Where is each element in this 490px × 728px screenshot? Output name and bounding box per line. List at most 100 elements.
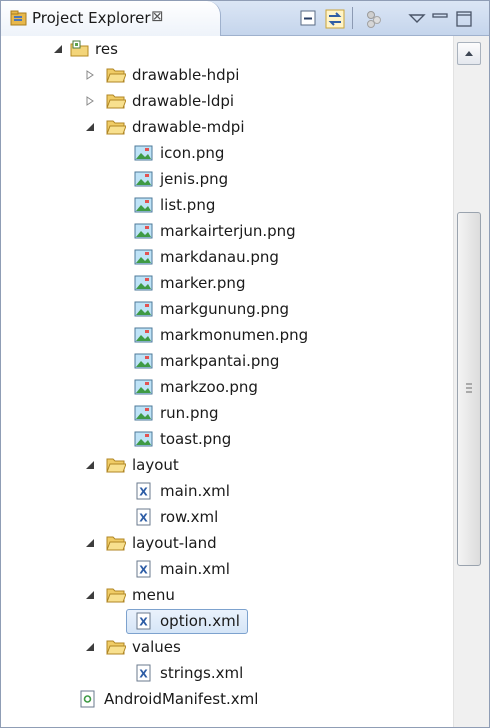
xml-file-icon: X — [136, 560, 151, 578]
tree-label: drawable-mdpi — [132, 118, 245, 136]
image-file-icon — [134, 327, 153, 343]
tree-label: drawable-hdpi — [132, 66, 240, 84]
project-tree: res drawable-hdpi drawable-ldpi drawable… — [1, 36, 451, 727]
folder-icon — [106, 94, 126, 109]
xml-file-icon: X — [136, 664, 151, 682]
expanded-arrow-icon[interactable] — [85, 538, 95, 548]
tree-node-file[interactable]: markpantai.png — [1, 348, 451, 374]
image-file-icon — [134, 379, 153, 395]
folder-open-icon — [106, 536, 126, 551]
tree-node-file[interactable]: X main.xml — [1, 556, 451, 582]
tree-node-values[interactable]: values — [1, 634, 451, 660]
tree-label: marker.png — [160, 274, 246, 292]
tab-project-explorer[interactable]: Project Explorer ⊠ — [1, 1, 221, 36]
image-file-icon — [134, 275, 153, 291]
tree-node-file[interactable]: run.png — [1, 400, 451, 426]
minimize-icon[interactable] — [429, 8, 451, 30]
tree-node-layout-land[interactable]: layout-land — [1, 530, 451, 556]
folder-open-icon — [106, 640, 126, 655]
grip-icon — [466, 383, 472, 393]
focus-task-icon[interactable] — [363, 8, 385, 30]
view-header: Project Explorer ⊠ — [1, 1, 489, 36]
image-file-icon — [134, 249, 153, 265]
tree-label: markairterjun.png — [160, 222, 296, 240]
arrow-up-icon — [465, 51, 473, 56]
collapse-all-icon[interactable] — [298, 8, 320, 30]
expanded-arrow-icon[interactable] — [85, 590, 95, 600]
tree-label: layout-land — [132, 534, 217, 552]
folder-open-icon — [106, 120, 126, 135]
expanded-arrow-icon[interactable] — [85, 460, 95, 470]
tree-node-res[interactable]: res — [1, 36, 451, 62]
tree-label: jenis.png — [160, 170, 229, 188]
tree-node-drawable-ldpi[interactable]: drawable-ldpi — [1, 88, 451, 114]
manifest-file-icon — [80, 690, 95, 708]
folder-icon — [106, 68, 126, 83]
tree-label: drawable-ldpi — [132, 92, 235, 110]
tree-label: markpantai.png — [160, 352, 280, 370]
scroll-thumb[interactable] — [457, 212, 481, 566]
svg-text:X: X — [139, 668, 148, 681]
image-file-icon — [134, 171, 153, 187]
project-explorer-view: Project Explorer ⊠ res drawable-hdpi dra… — [0, 0, 490, 728]
view-menu-icon[interactable] — [406, 8, 428, 30]
project-explorer-icon — [10, 10, 27, 26]
tree-label: strings.xml — [160, 664, 244, 682]
tree-label: markmonumen.png — [160, 326, 309, 344]
tree-node-file[interactable]: X strings.xml — [1, 660, 451, 686]
view-title: Project Explorer — [32, 9, 151, 27]
tree-node-file[interactable]: icon.png — [1, 140, 451, 166]
tree-node-file[interactable]: X row.xml — [1, 504, 451, 530]
tree-node-manifest[interactable]: AndroidManifest.xml — [1, 686, 451, 712]
tree-node-menu[interactable]: menu — [1, 582, 451, 608]
tree-node-layout[interactable]: layout — [1, 452, 451, 478]
tree-node-file[interactable]: markmonumen.png — [1, 322, 451, 348]
link-with-editor-icon[interactable] — [324, 8, 346, 30]
xml-file-icon: X — [136, 612, 151, 630]
image-file-icon — [134, 431, 153, 447]
tree-node-file[interactable]: markgunung.png — [1, 296, 451, 322]
tree-label: res — [95, 40, 118, 58]
tree-label: run.png — [160, 404, 219, 422]
tree-node-file[interactable]: list.png — [1, 192, 451, 218]
toolbar-separator — [352, 7, 353, 29]
tree-node-file[interactable]: markdanau.png — [1, 244, 451, 270]
tree-label: layout — [132, 456, 179, 474]
tree-node-drawable-hdpi[interactable]: drawable-hdpi — [1, 62, 451, 88]
tree-label: markdanau.png — [160, 248, 279, 266]
tree-label: main.xml — [160, 560, 230, 578]
source-folder-icon — [70, 40, 89, 57]
tree-label: list.png — [160, 196, 216, 214]
tree-node-file[interactable]: marker.png — [1, 270, 451, 296]
tree-node-file[interactable]: X main.xml — [1, 478, 451, 504]
collapsed-arrow-icon[interactable] — [85, 96, 95, 106]
tree-label: markgunung.png — [160, 300, 290, 318]
xml-file-icon: X — [136, 508, 151, 526]
tree-node-file[interactable]: jenis.png — [1, 166, 451, 192]
tree-label: toast.png — [160, 430, 232, 448]
svg-text:X: X — [139, 616, 148, 629]
maximize-icon[interactable] — [453, 8, 475, 30]
tree-node-file[interactable]: markzoo.png — [1, 374, 451, 400]
tree-node-file[interactable]: markairterjun.png — [1, 218, 451, 244]
svg-text:X: X — [139, 512, 148, 525]
expanded-arrow-icon[interactable] — [53, 44, 63, 54]
expanded-arrow-icon[interactable] — [85, 122, 95, 132]
svg-text:X: X — [139, 564, 148, 577]
image-file-icon — [134, 197, 153, 213]
scroll-up-button[interactable] — [457, 42, 481, 65]
tree-label: values — [132, 638, 181, 656]
tree-node-file-selected[interactable]: X option.xml — [1, 608, 451, 634]
tree-label: row.xml — [160, 508, 219, 526]
tree-node-drawable-mdpi[interactable]: drawable-mdpi — [1, 114, 451, 140]
tree-label: icon.png — [160, 144, 225, 162]
close-icon[interactable]: ⊠ — [151, 7, 164, 25]
expanded-arrow-icon[interactable] — [85, 642, 95, 652]
svg-text:X: X — [139, 486, 148, 499]
tree-label: AndroidManifest.xml — [104, 690, 259, 708]
image-file-icon — [134, 405, 153, 421]
collapsed-arrow-icon[interactable] — [85, 70, 95, 80]
xml-file-icon: X — [136, 482, 151, 500]
tree-node-file[interactable]: toast.png — [1, 426, 451, 452]
vertical-scrollbar[interactable] — [453, 36, 489, 727]
